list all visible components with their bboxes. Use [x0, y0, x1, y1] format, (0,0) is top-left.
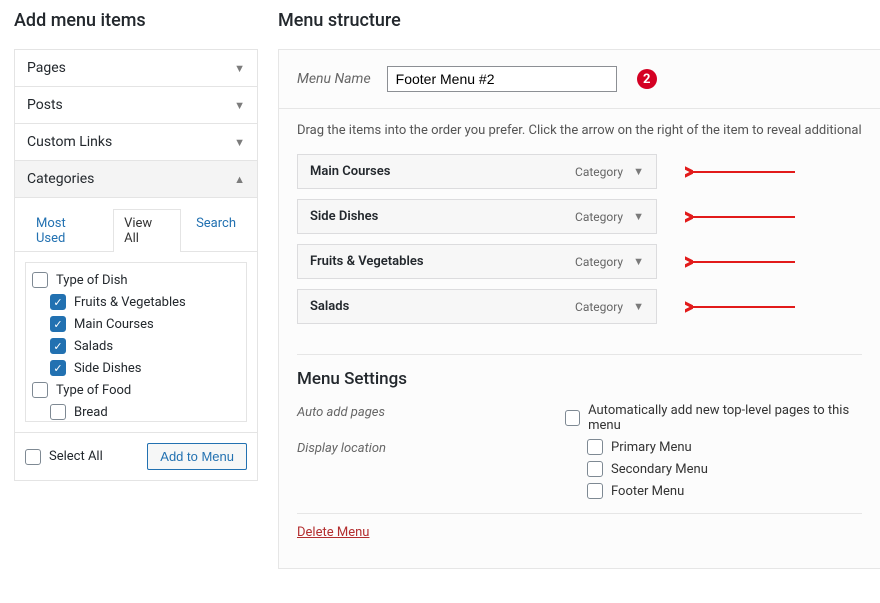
accordion-section-pages[interactable]: Pages ▼	[15, 50, 257, 87]
select-all-label[interactable]: Select All	[49, 449, 103, 464]
menu-item-title: Main Courses	[310, 164, 390, 179]
add-items-accordion: Pages ▼ Posts ▼ Custom Links ▼ Categorie…	[14, 49, 258, 481]
list-item: Fruits & Vegetables	[30, 291, 242, 313]
menu-item-title: Fruits & Vegetables	[310, 254, 424, 269]
help-text: Drag the items into the order you prefer…	[297, 123, 862, 138]
menu-item-type: Category	[575, 255, 623, 269]
accordion-section-custom-links[interactable]: Custom Links ▼	[15, 124, 257, 161]
menu-structure-heading: Menu structure	[278, 10, 880, 31]
chevron-down-icon: ▼	[234, 62, 245, 75]
menu-name-label: Menu Name	[297, 71, 371, 87]
accordion-label: Custom Links	[27, 134, 112, 150]
checkbox[interactable]	[32, 272, 48, 288]
list-item: Main Courses	[30, 313, 242, 335]
add-to-menu-button[interactable]: Add to Menu	[147, 443, 247, 470]
menu-item[interactable]: Side Dishes Category ▼	[297, 199, 657, 234]
accordion-label: Posts	[27, 97, 63, 113]
display-location-label: Display location	[297, 439, 587, 456]
category-tabs: Most Used View All Search	[15, 198, 257, 252]
menu-item[interactable]: Fruits & Vegetables Category ▼	[297, 244, 657, 279]
chevron-down-icon[interactable]: ▼	[633, 165, 644, 178]
menu-item[interactable]: Main Courses Category ▼	[297, 154, 657, 189]
checkbox[interactable]	[32, 382, 48, 398]
chevron-down-icon: ▼	[234, 99, 245, 112]
category-checklist[interactable]: Type of Dish Fruits & Vegetables Main Co…	[25, 262, 247, 422]
accordion-label: Categories	[27, 171, 94, 187]
red-arrow-icon	[685, 256, 795, 268]
add-menu-items-heading: Add menu items	[14, 10, 258, 31]
auto-add-pages-option: Automatically add new top-level pages to…	[588, 403, 862, 433]
list-item: Salads	[30, 335, 242, 357]
menu-name-input[interactable]	[387, 66, 617, 92]
chevron-down-icon[interactable]: ▼	[633, 210, 644, 223]
location-primary-checkbox[interactable]	[587, 439, 603, 455]
tab-view-all[interactable]: View All	[113, 209, 181, 252]
chevron-down-icon[interactable]: ▼	[633, 300, 644, 313]
list-item: Bread	[30, 401, 242, 422]
checkbox[interactable]	[50, 404, 66, 420]
select-all-checkbox[interactable]	[25, 449, 41, 465]
menu-item-title: Salads	[310, 299, 349, 314]
list-item: Type of Food	[30, 379, 242, 401]
menu-items-list: Main Courses Category ▼ Side Dishes Categ…	[297, 154, 862, 324]
accordion-label: Pages	[27, 60, 66, 76]
menu-item-type: Category	[575, 165, 623, 179]
location-secondary-checkbox[interactable]	[587, 461, 603, 477]
location-option: Primary Menu	[611, 440, 692, 455]
location-option: Secondary Menu	[611, 462, 708, 477]
chevron-down-icon[interactable]: ▼	[633, 255, 644, 268]
checkbox[interactable]	[50, 316, 66, 332]
menu-panel: Menu Name 2 Drag the items into the orde…	[278, 49, 880, 569]
step-2-badge: 2	[637, 69, 657, 89]
menu-item-type: Category	[575, 210, 623, 224]
checkbox[interactable]	[50, 294, 66, 310]
red-arrow-icon	[685, 211, 795, 223]
accordion-section-posts[interactable]: Posts ▼	[15, 87, 257, 124]
chevron-down-icon: ▼	[234, 136, 245, 149]
menu-settings-heading: Menu Settings	[297, 369, 862, 389]
auto-add-pages-label: Auto add pages	[297, 403, 565, 420]
tab-search[interactable]: Search	[185, 209, 247, 252]
accordion-section-categories[interactable]: Categories ▲ Most Used View All Search T…	[15, 161, 257, 480]
checkbox[interactable]	[50, 338, 66, 354]
list-item: Side Dishes	[30, 357, 242, 379]
location-footer-checkbox[interactable]	[587, 483, 603, 499]
auto-add-pages-checkbox[interactable]	[565, 410, 580, 426]
chevron-up-icon: ▲	[234, 173, 245, 186]
checkbox[interactable]	[50, 360, 66, 376]
red-arrow-icon	[685, 301, 795, 313]
list-item: Type of Dish	[30, 269, 242, 291]
tab-most-used[interactable]: Most Used	[25, 209, 109, 252]
red-arrow-icon	[685, 166, 795, 178]
menu-item-title: Side Dishes	[310, 209, 378, 224]
location-option: Footer Menu	[611, 484, 684, 499]
divider	[297, 354, 862, 355]
menu-item-type: Category	[575, 300, 623, 314]
menu-item[interactable]: Salads Category ▼	[297, 289, 657, 324]
delete-menu-link[interactable]: Delete Menu	[297, 525, 369, 540]
